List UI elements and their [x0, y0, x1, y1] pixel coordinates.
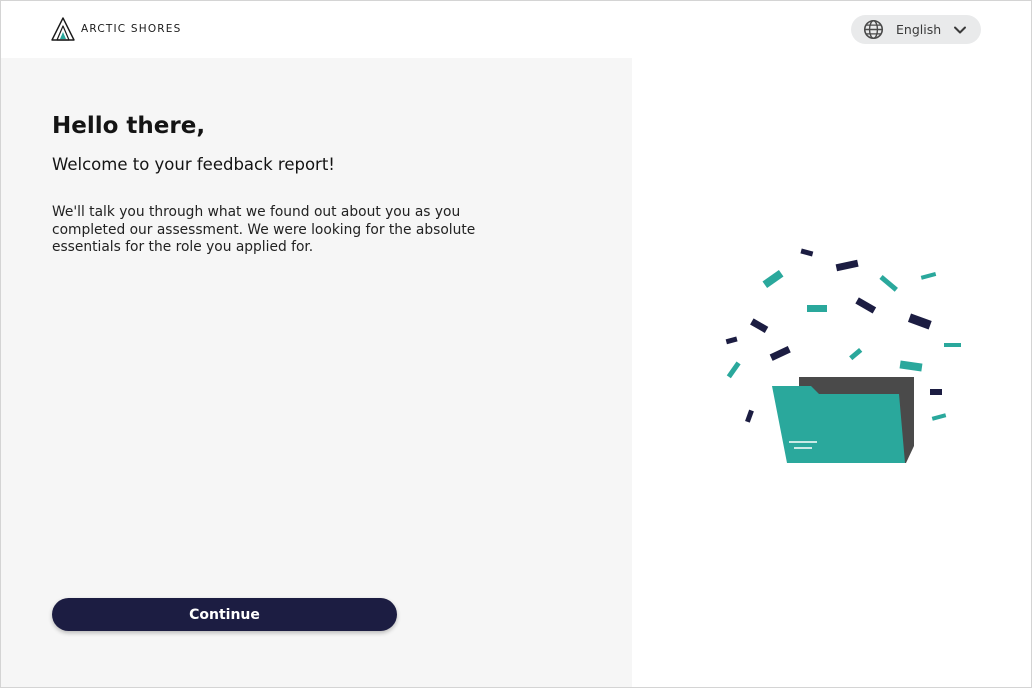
top-header: ARCTIC SHORES English: [1, 1, 1031, 57]
intro-text: We'll talk you through what we found out…: [52, 204, 476, 255]
language-label: English: [896, 22, 942, 37]
arctic-shores-logo-icon: [51, 17, 75, 41]
language-selector[interactable]: English: [851, 15, 981, 44]
page-subtitle: Welcome to your feedback report!: [52, 155, 335, 174]
app-window: ARCTIC SHORES English Hello there, Welco…: [0, 0, 1032, 688]
folder-confetti-illustration: [725, 248, 961, 463]
folder-icon: [772, 377, 914, 463]
chevron-down-icon: [954, 26, 966, 33]
continue-button[interactable]: Continue: [52, 598, 397, 631]
intro-panel: Hello there, Welcome to your feedback re…: [1, 58, 632, 687]
page-title: Hello there,: [52, 113, 206, 139]
brand-name: ARCTIC SHORES: [81, 23, 182, 35]
brand-logo[interactable]: ARCTIC SHORES: [51, 17, 182, 41]
globe-icon: [863, 19, 884, 40]
